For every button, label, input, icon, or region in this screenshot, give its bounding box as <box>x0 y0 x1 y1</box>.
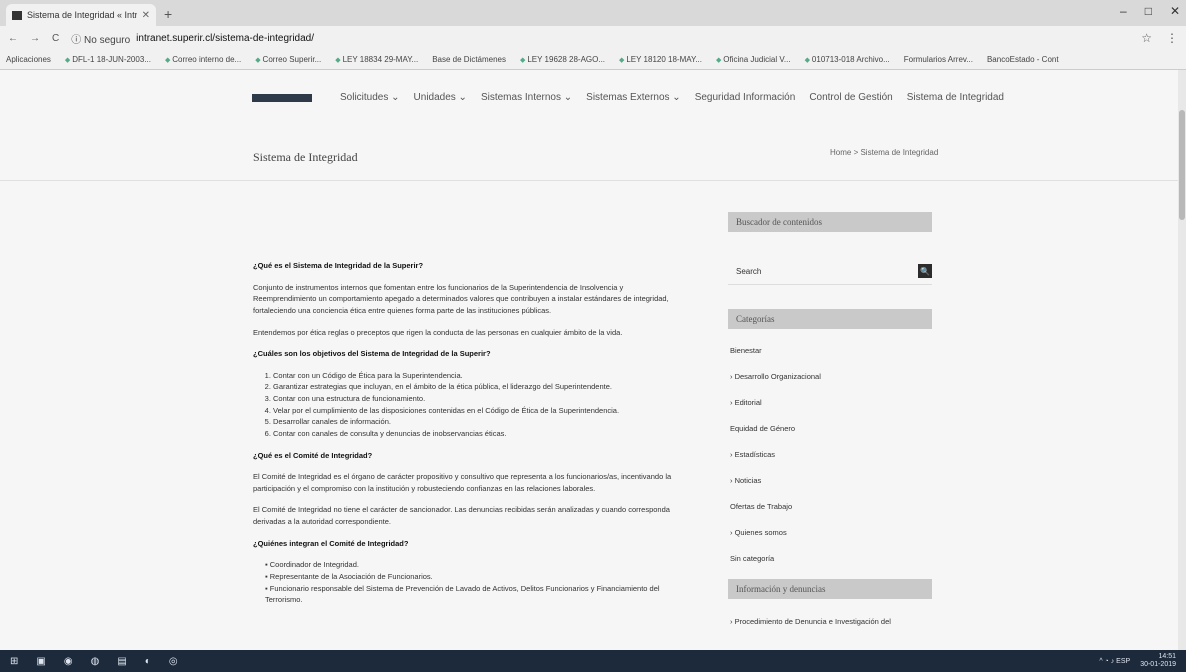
list-item: Coordinador de Integridad. <box>265 559 673 571</box>
favicon-icon <box>12 10 22 20</box>
browser-menu-icon[interactable]: ⋮ <box>1166 31 1178 45</box>
bookmark-item[interactable]: Correo interno de... <box>165 55 241 64</box>
bookmark-item[interactable]: 010713-018 Archivo... <box>805 55 890 64</box>
list-item: Garantizar estrategias que incluyan, en … <box>273 381 673 393</box>
article-content: ¿Qué es el Sistema de Integridad de la S… <box>253 260 673 612</box>
nav-item-solicitudes[interactable]: Solicitudes ⌄ <box>340 92 400 103</box>
categories-list: Bienestar › Desarrollo Organizacional › … <box>728 337 932 571</box>
breadcrumb[interactable]: Home > Sistema de Integridad <box>830 148 938 157</box>
maximize-button[interactable]: □ <box>1145 4 1152 18</box>
site-navigation: Solicitudes ⌄ Unidades ⌄ Sistemas Intern… <box>252 92 1004 103</box>
category-link[interactable]: Ofertas de Trabajo <box>728 493 932 519</box>
category-link[interactable]: › Desarrollo Organizacional <box>728 363 932 389</box>
info-heading: Información y denuncias <box>728 579 932 599</box>
divider <box>0 180 1178 181</box>
app-icon[interactable]: ◐ <box>145 656 151 667</box>
page-scrollbar[interactable] <box>1178 70 1186 650</box>
search-widget-heading: Buscador de contenidos <box>728 212 932 232</box>
bookmark-item[interactable]: BancoEstado - Cont <box>987 55 1059 64</box>
list-item: Funcionario responsable del Sistema de P… <box>265 583 673 606</box>
nav-item-sistemas-internos[interactable]: Sistemas Internos ⌄ <box>481 92 572 103</box>
list-item: Contar con un Código de Ética para la Su… <box>273 370 673 382</box>
question-heading: ¿Qué es el Sistema de Integridad de la S… <box>253 261 424 270</box>
sidebar: Buscador de contenidos Search 🔍 Categorí… <box>728 212 932 626</box>
category-link[interactable]: › Estadísticas <box>728 441 932 467</box>
url-text: intranet.superir.cl/sistema-de-integrida… <box>136 32 315 44</box>
close-window-button[interactable]: ✕ <box>1170 4 1180 18</box>
categories-heading: Categorías <box>728 309 932 329</box>
minimize-button[interactable]: – <box>1120 4 1127 18</box>
page-title: Sistema de Integridad <box>253 150 358 164</box>
reload-button[interactable]: C <box>52 33 59 44</box>
webpage: Solicitudes ⌄ Unidades ⌄ Sistemas Intern… <box>0 70 1178 650</box>
site-logo[interactable] <box>252 93 312 102</box>
list-item: Contar con una estructura de funcionamie… <box>273 393 673 405</box>
bookmark-item[interactable]: Correo Superir... <box>255 55 322 64</box>
bookmark-item[interactable]: LEY 19628 28-AGO... <box>520 55 605 64</box>
clock-date: 30-01-2019 <box>1140 661 1176 668</box>
search-icon[interactable]: 🔍 <box>918 264 932 278</box>
paragraph: Conjunto de instrumentos internos que fo… <box>253 282 669 315</box>
info-link[interactable]: › Procedimiento de Denuncia e Investigac… <box>728 617 932 626</box>
question-heading: ¿Quiénes integran el Comité de Integrida… <box>253 538 409 548</box>
bookmark-item[interactable]: Oficina Judicial V... <box>716 55 790 64</box>
clock[interactable]: 14:51 30-01-2019 <box>1140 653 1176 668</box>
bookmark-item[interactable]: LEY 18834 29-MAY... <box>335 55 419 64</box>
nav-item-control-gestion[interactable]: Control de Gestión <box>809 92 892 103</box>
list-item: Representante de la Asociación de Funcio… <box>265 571 673 583</box>
forward-button[interactable]: → <box>30 33 40 44</box>
browser-tab[interactable]: Sistema de Integridad « Intranet ✕ <box>6 4 156 26</box>
file-explorer-icon[interactable]: ▤ <box>117 656 126 667</box>
nav-item-seguridad[interactable]: Seguridad Información <box>695 92 796 103</box>
start-button-icon[interactable]: ⊞ <box>10 656 18 667</box>
clock-time: 14:51 <box>1158 653 1176 661</box>
search-underline <box>728 284 932 285</box>
system-tray: ^ ◔ ♪ ESP 14:51 30-01-2019 <box>1099 653 1176 668</box>
app-icon[interactable]: ◍ <box>91 656 100 667</box>
window-controls: – □ ✕ <box>1120 4 1180 18</box>
bookmark-item[interactable]: Formularios Arrev... <box>904 55 973 64</box>
category-link[interactable]: › Editorial <box>728 389 932 415</box>
nav-item-sistemas-externos[interactable]: Sistemas Externos ⌄ <box>586 92 681 103</box>
bookmark-star-icon[interactable]: ☆ <box>1141 31 1152 45</box>
category-link[interactable]: Bienestar <box>728 337 932 363</box>
tray-icons[interactable]: ^ ◔ ♪ ESP <box>1099 658 1130 665</box>
category-link[interactable]: Sin categoría <box>728 545 932 571</box>
chrome-icon[interactable]: ◎ <box>169 656 178 667</box>
bookmark-item[interactable]: DFL-1 18-JUN-2003... <box>65 55 151 64</box>
bookmark-item[interactable]: LEY 18120 18-MAY... <box>619 55 702 64</box>
url-field[interactable]: ⓘ No seguro intranet.superir.cl/sistema-… <box>71 31 314 46</box>
tab-close-icon[interactable]: ✕ <box>142 10 150 21</box>
question-heading: ¿Qué es el Comité de Integridad? <box>253 450 373 460</box>
nav-item-unidades[interactable]: Unidades ⌄ <box>414 92 467 103</box>
question-heading: ¿Cuáles son los objetivos del Sistema de… <box>253 349 491 359</box>
bookmark-item[interactable]: Base de Dictámenes <box>432 55 506 64</box>
members-list: Coordinador de Integridad. Representante… <box>265 559 673 606</box>
list-item: Desarrollar canales de información. <box>273 416 673 428</box>
browser-tabbar: Sistema de Integridad « Intranet ✕ + – □… <box>0 0 1186 26</box>
paragraph: Entendemos por ética reglas o preceptos … <box>253 327 623 337</box>
back-button[interactable]: ← <box>8 33 18 44</box>
task-view-icon[interactable]: ▣ <box>36 656 45 667</box>
category-link[interactable]: › Quienes somos <box>728 519 932 545</box>
category-link[interactable]: Equidad de Género <box>728 415 932 441</box>
paragraph: El Comité de Integridad no tiene el cará… <box>253 505 670 526</box>
list-item: Contar con canales de consulta y denunci… <box>273 428 673 440</box>
paragraph: El Comité de Integridad es el órgano de … <box>253 472 672 493</box>
browser-icon[interactable]: ◉ <box>64 656 73 667</box>
bookmark-item[interactable]: Aplicaciones <box>6 55 51 64</box>
new-tab-button[interactable]: + <box>164 6 172 22</box>
search-input[interactable]: Search <box>728 267 761 276</box>
bookmarks-bar: Aplicaciones DFL-1 18-JUN-2003... Correo… <box>0 50 1186 70</box>
objectives-list: Contar con un Código de Ética para la Su… <box>273 370 673 440</box>
address-bar: ← → C ⓘ No seguro intranet.superir.cl/si… <box>0 26 1186 50</box>
search-form: Search 🔍 <box>728 264 932 278</box>
security-indicator[interactable]: ⓘ No seguro <box>71 31 130 46</box>
scrollbar-thumb[interactable] <box>1179 110 1185 220</box>
nav-item-sistema-integridad[interactable]: Sistema de Integridad <box>907 92 1004 103</box>
category-link[interactable]: › Noticias <box>728 467 932 493</box>
windows-taskbar: ⊞ ▣ ◉ ◍ ▤ ◐ ◎ ^ ◔ ♪ ESP 14:51 30-01-2019 <box>0 650 1186 672</box>
tab-title: Sistema de Integridad « Intranet <box>27 10 137 20</box>
list-item: Velar por el cumplimiento de las disposi… <box>273 405 673 417</box>
